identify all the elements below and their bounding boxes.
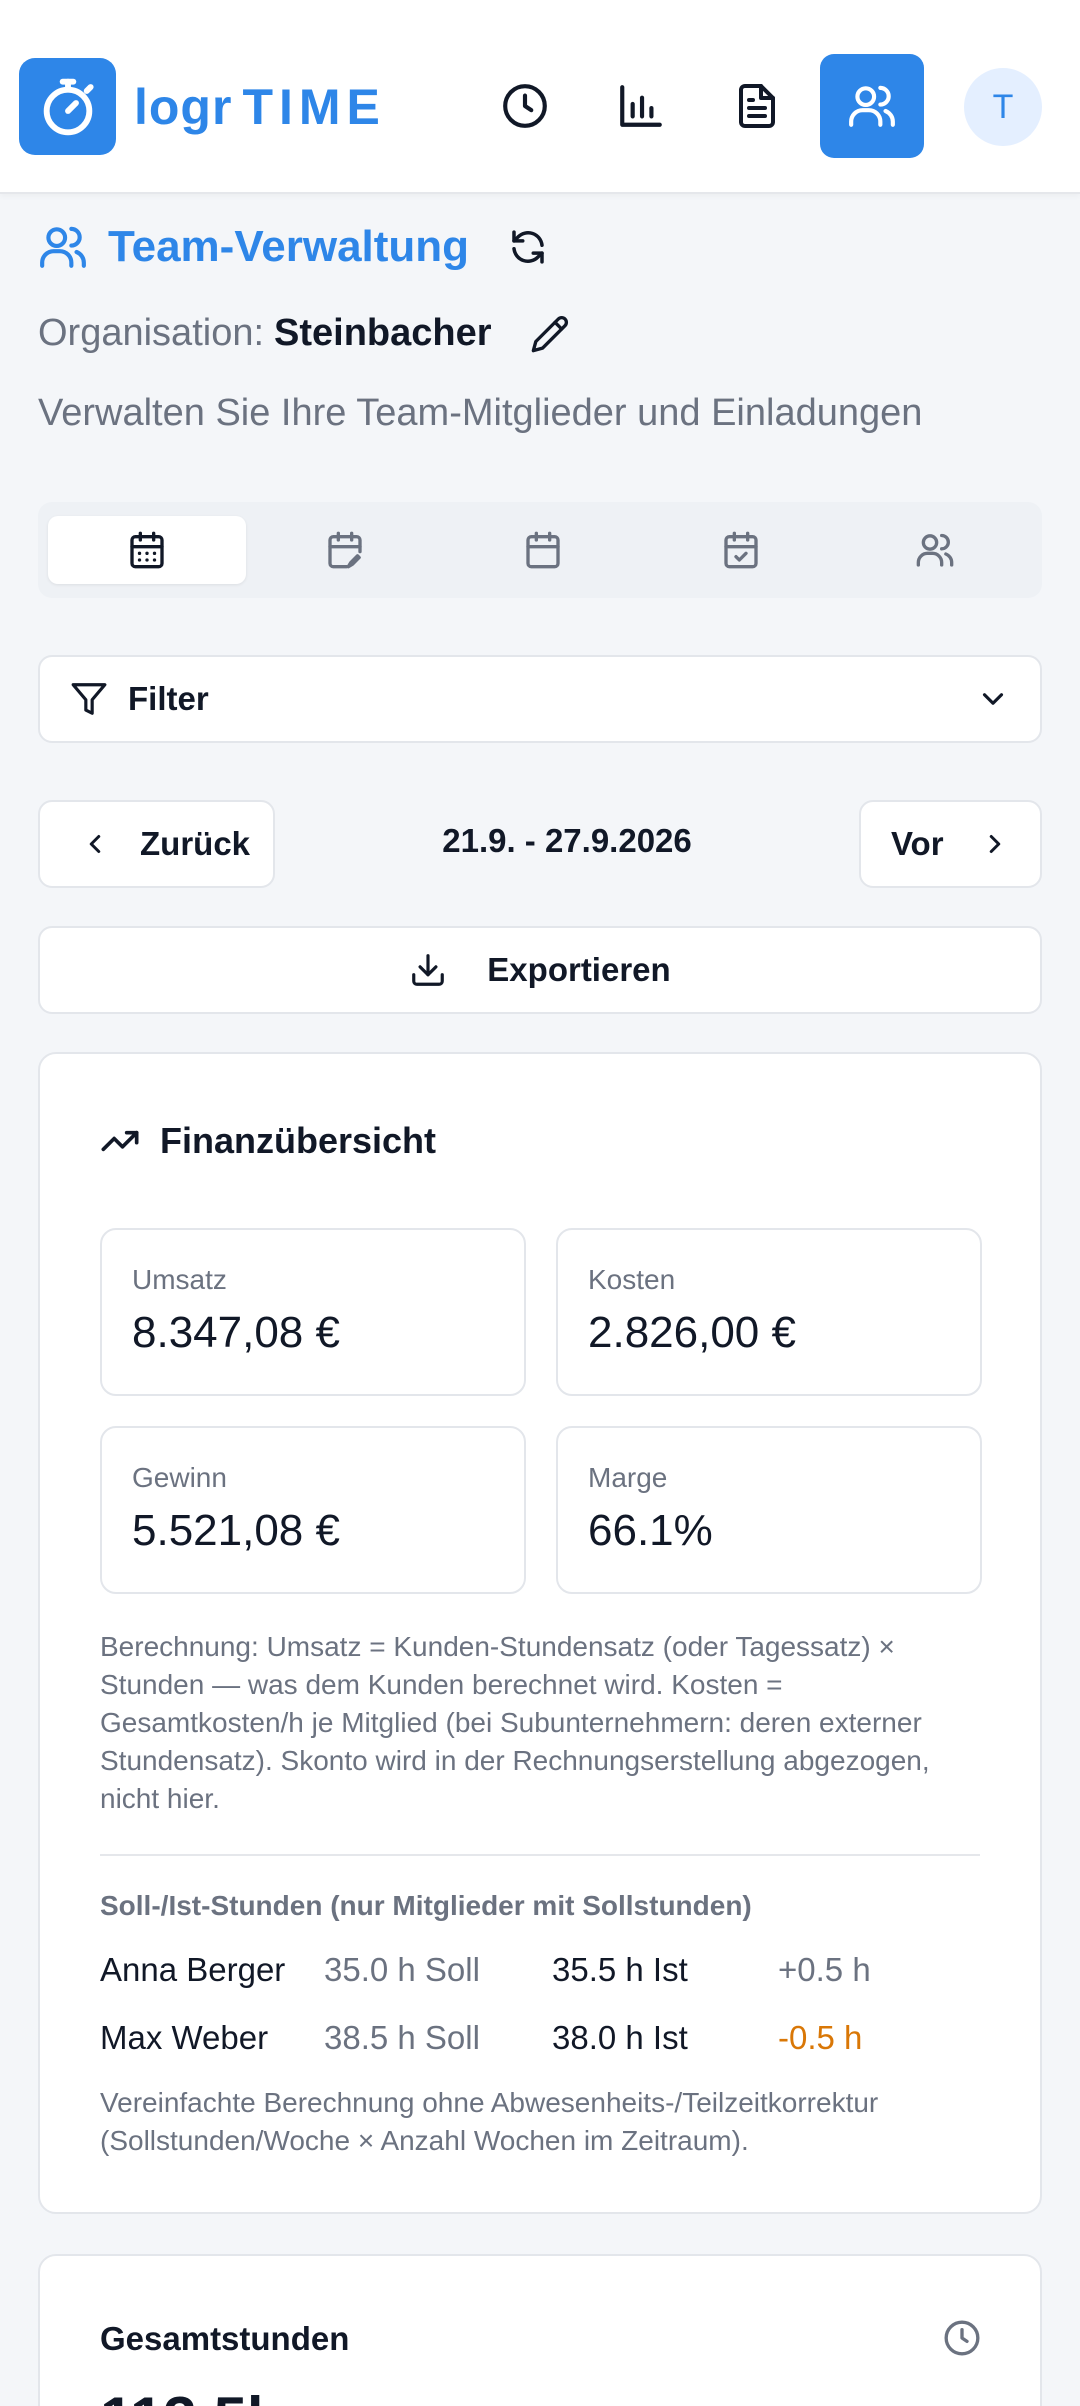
download-icon bbox=[412, 954, 445, 986]
target-hours-title: Soll-/Ist-Stunden (nur Mitglieder mit So… bbox=[100, 1890, 752, 1921]
view-tabs bbox=[38, 502, 1042, 598]
export-label: Exportieren bbox=[487, 951, 671, 988]
calendar-days-icon bbox=[130, 531, 164, 569]
tab-approvals[interactable] bbox=[642, 516, 840, 584]
logo-part-2: TIME bbox=[242, 79, 386, 135]
hours-difference: -0.5 h bbox=[778, 2019, 863, 2056]
previous-period-button[interactable]: Zurück bbox=[38, 800, 275, 888]
nav-team-button[interactable] bbox=[820, 54, 924, 158]
date-range: 21.9. - 27.9.2026 bbox=[442, 822, 692, 859]
page-title: Team-Verwaltung bbox=[108, 222, 470, 271]
target-hours: 35.0 h Soll bbox=[324, 1951, 480, 1988]
next-period-button[interactable]: Vor bbox=[859, 800, 1042, 888]
clock-icon bbox=[503, 84, 547, 128]
organisation-label: Organisation: bbox=[38, 312, 265, 354]
page-subtitle: Verwalten Sie Ihre Team-Mitglieder und E… bbox=[38, 392, 923, 434]
total-hours-value: 113.5h bbox=[100, 2384, 284, 2406]
refresh-button[interactable] bbox=[507, 226, 549, 268]
calculation-note: Berechnung: Umsatz = Kunden-Stundensatz … bbox=[100, 1631, 930, 1814]
tab-entries[interactable] bbox=[246, 516, 444, 584]
logo-part-1: logr bbox=[134, 79, 233, 135]
logo-stopwatch-icon[interactable] bbox=[19, 58, 116, 155]
pencil-icon bbox=[531, 315, 568, 352]
users-icon bbox=[916, 533, 954, 567]
trending-up-icon bbox=[101, 1130, 139, 1152]
member-name: Anna Berger bbox=[100, 1951, 286, 1988]
stat-label: Marge bbox=[588, 1462, 668, 1493]
app-logo-text[interactable]: logr TIME bbox=[134, 78, 386, 136]
calendar-edit-icon bbox=[328, 531, 362, 569]
bar-chart-icon bbox=[620, 85, 662, 127]
page-title-row: Team-Verwaltung bbox=[38, 222, 549, 272]
nav-time-tracking-button[interactable] bbox=[473, 54, 577, 158]
document-icon bbox=[739, 84, 775, 128]
organisation-row: Organisation: Steinbacher bbox=[38, 312, 570, 355]
total-hours-title: Gesamtstunden bbox=[100, 2320, 350, 2357]
app-header: logr TIME T bbox=[0, 0, 1080, 194]
stat-value: 5.521,08 € bbox=[132, 1506, 340, 1555]
previous-period-label: Zurück bbox=[140, 825, 251, 862]
actual-hours: 35.5 h Ist bbox=[552, 1951, 688, 1988]
tab-members[interactable] bbox=[836, 516, 1034, 584]
tab-calendar[interactable] bbox=[444, 516, 642, 584]
divider bbox=[100, 1854, 980, 1856]
clock-icon bbox=[942, 2318, 982, 2358]
stat-value: 8.347,08 € bbox=[132, 1308, 340, 1357]
chevron-left-icon bbox=[89, 835, 101, 853]
stat-label: Umsatz bbox=[132, 1264, 227, 1295]
chevron-down-icon bbox=[982, 693, 1004, 705]
actual-hours: 38.0 h Ist bbox=[552, 2019, 688, 2056]
hours-difference: +0.5 h bbox=[778, 1951, 871, 1988]
next-period-label: Vor bbox=[891, 825, 944, 862]
target-hours: 38.5 h Soll bbox=[324, 2019, 480, 2056]
organisation-name: Steinbacher bbox=[274, 312, 492, 354]
edit-organisation-button[interactable] bbox=[530, 314, 570, 354]
calendar-icon bbox=[526, 531, 560, 569]
stat-value: 2.826,00 € bbox=[588, 1308, 796, 1357]
nav-reports-button[interactable] bbox=[589, 54, 693, 158]
filter-label: Filter bbox=[128, 680, 209, 717]
refresh-icon bbox=[512, 230, 544, 264]
stat-profit: Gewinn 5.521,08 € bbox=[100, 1426, 526, 1594]
nav-documents-button[interactable] bbox=[705, 54, 809, 158]
finance-title: Finanzübersicht bbox=[160, 1120, 437, 1161]
total-hours-card: Gesamtstunden 113.5h bbox=[38, 2254, 1042, 2406]
stat-value: 66.1% bbox=[588, 1506, 713, 1555]
users-icon bbox=[849, 85, 895, 127]
tab-week[interactable] bbox=[48, 516, 246, 584]
calendar-check-icon bbox=[724, 531, 758, 569]
stat-costs: Kosten 2.826,00 € bbox=[556, 1228, 982, 1396]
filter-icon bbox=[71, 683, 107, 715]
finance-header: Finanzübersicht bbox=[100, 1120, 436, 1162]
member-name: Max Weber bbox=[100, 2019, 269, 2056]
export-button[interactable]: Exportieren bbox=[38, 926, 1042, 1014]
simplified-calculation-note: Vereinfachte Berechnung ohne Abwesenheit… bbox=[100, 2087, 879, 2156]
filter-dropdown[interactable]: Filter bbox=[38, 655, 1042, 743]
finance-overview-card: Finanzübersicht Umsatz 8.347,08 € Kosten… bbox=[38, 1052, 1042, 2214]
stat-revenue: Umsatz 8.347,08 € bbox=[100, 1228, 526, 1396]
stat-label: Gewinn bbox=[132, 1462, 227, 1493]
users-icon bbox=[40, 226, 86, 268]
chevron-right-icon bbox=[989, 835, 1000, 853]
stat-label: Kosten bbox=[588, 1264, 676, 1295]
user-avatar[interactable]: T bbox=[964, 68, 1042, 146]
stat-margin: Marge 66.1% bbox=[556, 1426, 982, 1594]
